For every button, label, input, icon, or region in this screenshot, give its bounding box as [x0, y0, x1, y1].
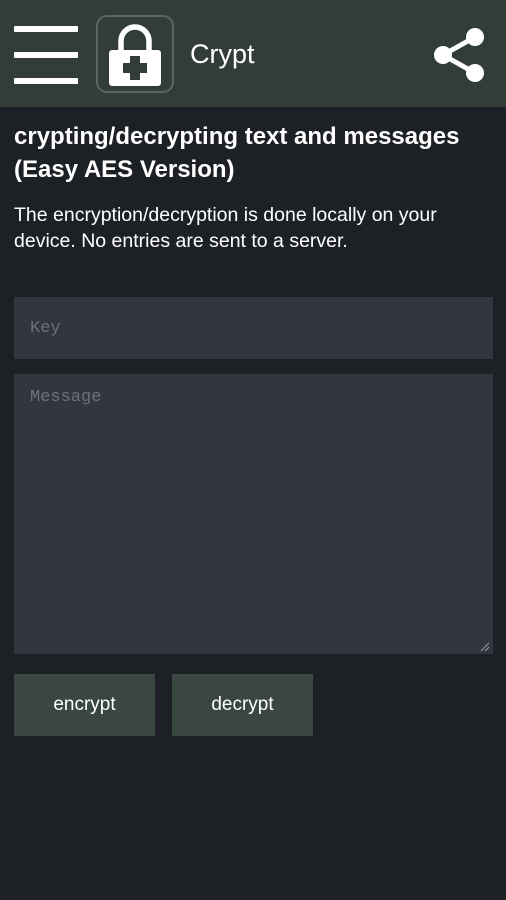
page-heading: crypting/decrypting text and messages (E…	[14, 123, 460, 183]
lock-plus-icon	[96, 15, 174, 93]
menu-button[interactable]	[14, 26, 78, 84]
message-textarea[interactable]	[14, 374, 493, 654]
share-button[interactable]	[430, 26, 488, 84]
app-bar: Crypt	[0, 0, 506, 107]
decrypt-button[interactable]: decrypt	[172, 674, 313, 736]
intro-section: crypting/decrypting text and messages (E…	[14, 120, 493, 254]
resize-handle-icon[interactable]	[479, 641, 489, 651]
menu-icon-bar	[14, 52, 78, 58]
menu-icon-bar	[14, 78, 78, 84]
key-input[interactable]	[14, 297, 493, 359]
privacy-description: The encryption/decryption is done locall…	[14, 204, 437, 252]
share-icon	[434, 28, 484, 82]
app-title: Crypt	[190, 39, 255, 69]
encrypt-button[interactable]: encrypt	[14, 674, 155, 736]
menu-icon-bar	[14, 26, 78, 32]
